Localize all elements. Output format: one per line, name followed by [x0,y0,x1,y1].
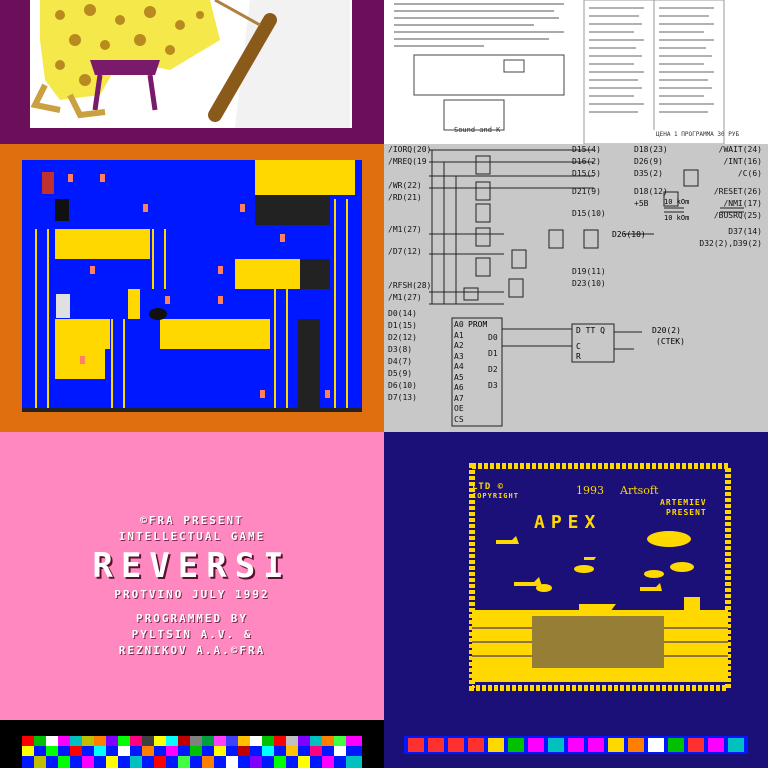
pin-label: /MREQ(19 [388,157,427,166]
pin-label: D19(11) [572,267,606,276]
pin-label: /M1(27) [388,293,422,302]
pin-label: D35(2) [634,169,663,178]
pin-label: D15(10) [572,209,606,218]
prom-pin: OE [454,404,464,413]
pin-label: +5B [634,199,649,208]
apex-copyright: COPYRIGHT [472,492,519,500]
pin-label: D3(8) [388,345,413,354]
resistor-label: 10 kOm [664,198,690,206]
reversi-credit: ©FRA PRESENT [140,514,244,527]
cheetah-art [30,0,352,128]
pin-label: /RESET(26) [713,187,762,196]
pin-label: D2(12) [388,333,417,342]
tt-pin: R [576,352,581,361]
reversi-place-date: PROTVINO JULY 1992 [114,588,270,601]
prom-pin: D0 [488,333,498,342]
reversi-author2: REZNIKOV A.A.©FRA [118,644,266,657]
prom-pin: A0 [454,320,464,329]
doc-footer: ЦЕНА 1 ПРОГРАММА 30 РУБ [656,131,740,138]
prom-pin: A3 [454,351,464,361]
pin-label: /NMI(17) [723,199,762,208]
prom-pin: A2 [454,341,464,350]
apex-title: APEX [534,512,602,533]
apex-ltd: LTD © [472,482,505,492]
pin-label: D6(10) [388,381,417,390]
toolbar-icons [404,736,748,754]
tile-document: Sound and K ЦЕНА 1 ПРОГРАММА 30 РУБ [384,0,768,144]
reversi-author1: PYLTSIN A.V. & [131,628,253,641]
pin-label: D23(10) [572,279,606,288]
tt-pin: C [576,342,581,351]
reversi-programmed: PROGRAMMED BY [135,612,249,625]
pin-label: /C(6) [737,169,762,178]
reversi-title: REVERSI [92,546,292,586]
tile-schematic: /IORQ(20) /MREQ(19 /WR(22) /RD(21) /M1(2… [384,144,768,432]
pin-label: D5(9) [388,369,413,378]
pin-label: /IORQ(20) [388,145,432,154]
pin-label: D26(10) [612,230,646,239]
doc-heading: Sound and K [454,126,501,134]
apex-author: ARTEMIEV [660,498,707,507]
tile-palette [0,720,384,768]
prom-pin: A4 [454,362,464,371]
pin-label: D18(12) [634,187,668,196]
resistor-label: 10 kOm [664,214,690,222]
pin-label: /INT(16) [723,157,762,166]
prom-pin: A6 [454,383,464,392]
tile-apex: LTD © COPYRIGHT 1993 Artsoft ARTEMIEV PR… [384,432,768,720]
tile-reversi: ©FRA PRESENT INTELLECTUAL GAME REVERSI P… [0,432,384,720]
prom-pin: D2 [488,365,498,374]
pin-label: D1(15) [388,321,417,330]
pin-label: /D7(12) [388,247,422,256]
tile-cartoon [0,0,384,144]
pin-label: D32(2),D39(2) [699,239,762,248]
prom-label: PROM [468,320,488,329]
pin-label: /WAIT(24) [718,145,762,154]
plane-icon [496,536,662,591]
pin-label: D16(2) [572,157,601,166]
pin-label: D21(9) [572,187,601,196]
prom-pin: A1 [454,330,464,340]
cloud-icon [536,531,694,592]
apex-studio: Artsoft [620,484,659,497]
tile-toolbar [384,720,768,768]
pin-label: D7(13) [388,393,417,402]
prom-pin: A5 [454,372,464,382]
palette-strip [22,736,362,768]
pin-label: (CTEK) [656,337,685,346]
pin-label: D37(14) [728,227,762,236]
apex-present: PRESENT [666,508,707,517]
prom-pin: D1 [488,349,498,358]
pin-label: D4(7) [388,357,413,366]
prom-pin: A7 [454,393,464,403]
pin-label: D15(4) [572,145,601,154]
pin-label: D26(9) [634,157,663,166]
pin-label: /RD(21) [388,193,422,202]
pin-label: D0(14) [388,309,417,318]
pin-label: /BUSRQ(25) [713,211,762,220]
pin-label: D18(23) [634,145,668,154]
pin-label: /M1(27) [388,225,422,234]
tile-platform-game [0,144,384,432]
pin-label: /RFSH(28) [388,281,432,290]
reversi-subtitle: INTELLECTUAL GAME [118,530,266,543]
apex-year: 1993 [576,484,604,497]
prom-pin: CS [454,414,464,424]
pin-label: /WR(22) [388,181,422,190]
pin-label: D20(2) [652,326,681,335]
pin-label: D15(5) [572,169,601,178]
tt-label: D TT Q [576,326,605,335]
prom-pin: D3 [488,381,498,390]
